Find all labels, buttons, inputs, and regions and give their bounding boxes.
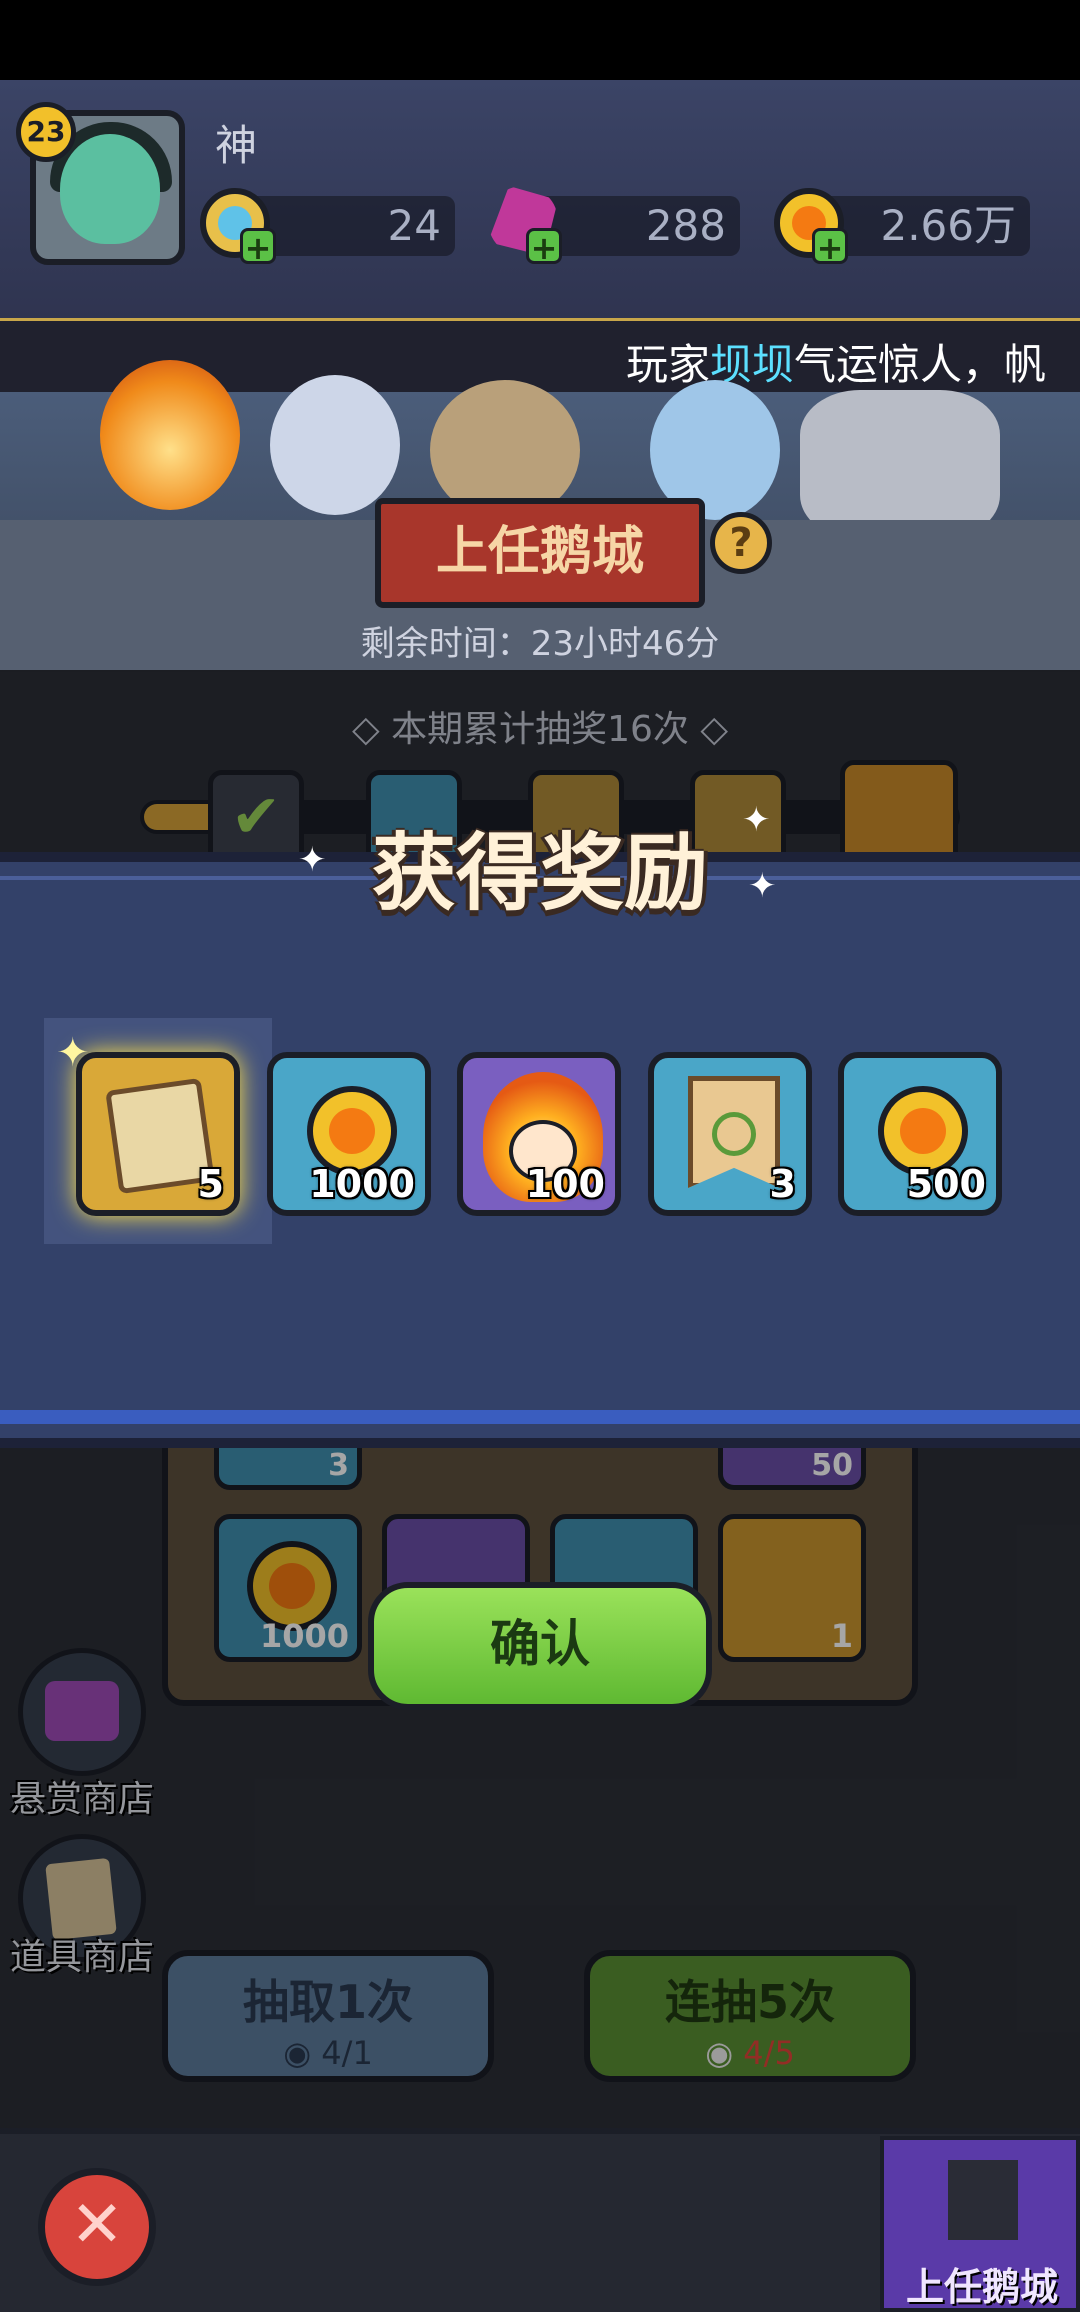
reward-count: 100 (525, 1162, 605, 1206)
castle-tab-button[interactable]: 上任鹅城 (880, 2136, 1080, 2312)
reward-item[interactable]: 1000 (267, 1052, 431, 1216)
silver-hero-figure (270, 375, 400, 515)
castle-tab-label: 上任鹅城 (905, 2265, 1058, 2309)
player-name: 神 (215, 121, 258, 170)
ticker-text: 玩家坝坝气运惊人，帆 (626, 340, 1047, 389)
resource-gem-blue-value: 24 (245, 196, 455, 256)
reward-count: 5 (197, 1162, 224, 1206)
fire-hero-figure (100, 360, 240, 510)
add-gold-button[interactable]: + (812, 228, 848, 265)
remaining-time: 剩余时间：23小时46分 (360, 624, 720, 664)
help-button[interactable]: ? (710, 512, 772, 574)
avatar-face (60, 134, 160, 244)
player-level-badge: 23 (16, 102, 76, 162)
add-blue-gem-button[interactable]: + (240, 228, 276, 265)
stone-golem-figure (800, 390, 1000, 540)
reward-item[interactable]: 3 (648, 1052, 812, 1216)
sparkle-icon: ✦ (742, 800, 771, 840)
reward-count: 500 (906, 1162, 986, 1206)
reward-item[interactable]: 5 (76, 1052, 240, 1216)
sparkle-icon: ✦ (298, 840, 327, 880)
reward-item[interactable]: 100 (457, 1052, 621, 1216)
reward-item[interactable]: 500 (838, 1052, 1002, 1216)
reward-modal-title: 获得奖励 (371, 824, 708, 922)
confirm-button[interactable]: 确认 (368, 1582, 712, 1710)
necklace-icon (712, 1112, 756, 1156)
status-bar (0, 0, 1080, 80)
sparkle-icon: ✦ (748, 866, 777, 906)
event-title-banner: 上任鹅城 (375, 498, 705, 608)
resource-gold-value: 2.66万 (818, 196, 1030, 256)
add-pink-gem-button[interactable]: + (526, 228, 562, 265)
reward-count: 1000 (309, 1162, 415, 1206)
castle-icon (948, 2160, 1018, 2240)
close-button[interactable]: ✕ (38, 2168, 156, 2286)
sparkle-icon: ✦ (56, 1030, 90, 1076)
close-icon: ✕ (70, 2188, 124, 2262)
reward-count: 3 (769, 1162, 796, 1206)
